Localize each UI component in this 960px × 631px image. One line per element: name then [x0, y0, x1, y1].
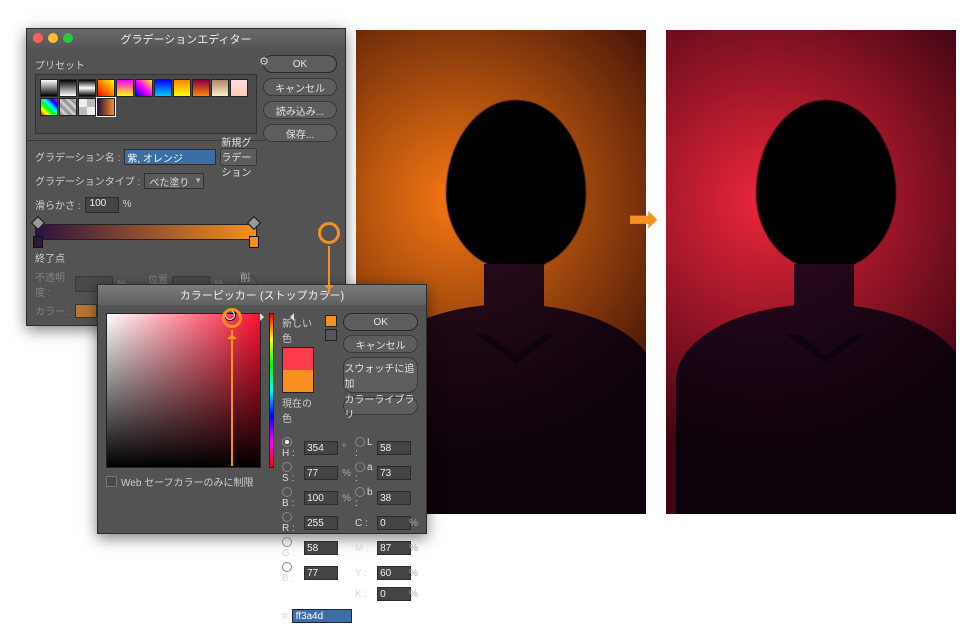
color-picker-dialog: カラーピッカー (ストップカラー) Web セーフカラーのみに制限 新しい色 現…	[97, 284, 427, 534]
color-library-button[interactable]: カラーライブラリ	[343, 397, 418, 415]
gradation-name-input[interactable]: 紫, オレンジ	[124, 149, 216, 165]
add-swatch-button[interactable]: スウォッチに追加	[343, 357, 418, 393]
color-picker-title: カラーピッカー (ストップカラー)	[180, 287, 344, 303]
s-input[interactable]	[304, 466, 338, 480]
ok-button[interactable]: OK	[263, 55, 337, 73]
color-picker-titlebar[interactable]: カラーピッカー (ストップカラー)	[98, 285, 426, 305]
gradient-editor-dialog: グラデーションエディター プリセット	[26, 28, 346, 326]
gradation-type-label: グラデーションタイプ :	[35, 173, 140, 188]
picker-ok-button[interactable]: OK	[343, 313, 418, 331]
new-gradation-button[interactable]: 新規グラデーション	[220, 148, 257, 166]
color-value-grid: H :° L : S :% a : B :% b : R : C :% G : …	[282, 437, 418, 601]
websafe-warning-icon[interactable]	[325, 329, 337, 341]
h-input[interactable]	[304, 441, 338, 455]
gradient-editor-title: グラデーションエディター	[120, 31, 251, 47]
new-color-swatch	[283, 348, 313, 370]
annotation-ring-cursor	[222, 308, 242, 328]
color-compare-chip	[282, 347, 314, 393]
gamut-warning-icon[interactable]	[325, 315, 337, 327]
annotation-arrow-up	[231, 330, 233, 466]
window-controls[interactable]	[33, 33, 73, 43]
load-button[interactable]: 読み込み...	[263, 101, 337, 119]
preset-grid[interactable]	[35, 74, 257, 134]
k-input[interactable]	[377, 587, 411, 601]
hex-label: #	[282, 611, 288, 622]
presets-label: プリセット	[35, 57, 257, 72]
hue-pointer[interactable]	[266, 313, 288, 321]
b-hsb-input[interactable]	[304, 491, 338, 505]
y-input[interactable]	[377, 566, 411, 580]
b-lab-input[interactable]	[377, 491, 411, 505]
stops-section-label: 終了点	[35, 250, 257, 265]
smoothness-label: 滑らかさ :	[35, 197, 81, 212]
a-input[interactable]	[377, 466, 411, 480]
b-rgb-input[interactable]	[304, 566, 338, 580]
current-color-swatch	[283, 370, 313, 392]
gradation-name-label: グラデーション名 :	[35, 149, 120, 164]
r-input[interactable]	[304, 516, 338, 530]
cancel-button[interactable]: キャンセル	[263, 78, 337, 96]
stop-color-label: カラー :	[35, 303, 71, 318]
hue-slider[interactable]	[269, 313, 274, 468]
smoothness-input[interactable]: 100	[85, 197, 119, 213]
hex-input[interactable]	[292, 609, 352, 623]
preset-menu-icon[interactable]: ⚙	[259, 55, 269, 68]
gradient-stop-left[interactable]	[33, 236, 43, 248]
save-button[interactable]: 保存...	[263, 124, 337, 142]
gradient-bar[interactable]	[35, 224, 257, 240]
l-input[interactable]	[377, 441, 411, 455]
color-field[interactable]	[106, 313, 261, 468]
smoothness-unit: %	[123, 199, 132, 210]
websafe-checkbox[interactable]: Web セーフカラーのみに制限	[106, 474, 261, 489]
picker-cancel-button[interactable]: キャンセル	[343, 335, 418, 353]
transform-arrow-icon: ➡	[628, 198, 658, 240]
gradient-editor-titlebar[interactable]: グラデーションエディター	[27, 29, 345, 49]
opacity-label: 不透明度 :	[35, 269, 71, 299]
result-panel-after	[666, 30, 956, 514]
gradient-stop-right[interactable]	[249, 236, 259, 248]
g-input[interactable]	[304, 541, 338, 555]
stop-color-swatch[interactable]	[75, 304, 97, 318]
c-input[interactable]	[377, 516, 411, 530]
annotation-arrow-down	[328, 246, 330, 294]
m-input[interactable]	[377, 541, 411, 555]
current-color-label: 現在の色	[282, 395, 319, 425]
annotation-ring-stop	[318, 222, 340, 244]
gradation-type-select[interactable]: べた塗り	[144, 173, 204, 189]
